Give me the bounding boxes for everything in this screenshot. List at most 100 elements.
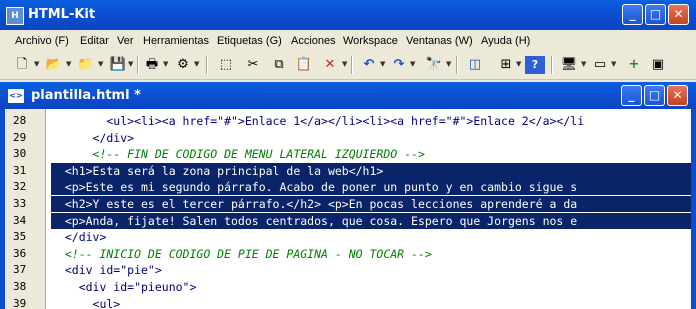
panel-icon[interactable]: ▣ [648,56,668,74]
line-code: <p>Este es mi segundo párrafo. Acabo de … [51,179,691,196]
chevron-down-icon[interactable]: ▼ [163,60,168,68]
chevron-down-icon[interactable]: ▼ [516,60,521,68]
chevron-down-icon[interactable]: ▼ [446,60,451,68]
line-code: <p>Anda, fijate! Salen todos centrados, … [51,212,691,229]
redo-icon[interactable]: ↷ [389,56,409,74]
cut-icon[interactable]: ✂ [243,56,263,74]
chevron-down-icon[interactable]: ▼ [410,60,415,68]
toolbar: 🗋 ▼ 📂 ▼ 📁 ▼ 💾 ▼ 🖶 ▼ ⚙ ▼ ⬚ ✂ ⧉ 📋 ✕ ▼ ↶ ▼ … [0,52,696,80]
menu-archivo[interactable]: Archivo (F) [15,35,69,47]
help-icon[interactable]: ? [525,56,545,74]
line-code: <!-- FIN DE CODIGO DE MENU LATERAL IZQUI… [51,147,425,162]
app-title-bar[interactable]: H HTML-Kit _ □ ✕ [0,0,696,30]
line-code: <ul> [51,296,121,309]
doc-close-button[interactable]: ✕ [667,85,688,106]
line-code: <div id="pieuno"> [51,280,197,294]
line-number: 30 [13,147,27,161]
line-code: <h2>Y este es el tercer párrafo.</h2> <p… [51,196,691,212]
line-number: 33 [13,197,27,210]
menu-acciones[interactable]: Acciones [291,35,336,47]
code-line[interactable]: 29 </div> [5,130,691,146]
toolbar-separator [551,56,553,74]
chevron-down-icon[interactable]: ▼ [66,60,71,68]
new-file-icon[interactable]: 🗋 [12,56,32,74]
menu-workspace[interactable]: Workspace [343,35,398,47]
line-code: <div id="pie"> [51,263,162,278]
select-icon[interactable]: ⬚ [216,56,236,74]
line-number: 37 [13,263,27,277]
line-number: 35 [13,230,27,244]
chevron-down-icon[interactable]: ▼ [194,60,199,68]
toolbar-separator [351,56,353,74]
line-number: 32 [13,180,27,194]
menu-bar: Archivo (F) Editar Ver Herramientas Etiq… [0,30,696,52]
menu-etiquetas[interactable]: Etiquetas (G) [217,35,282,47]
code-line[interactable]: 32 <p>Este es mi segundo párrafo. Acabo … [5,179,691,196]
tree-icon[interactable]: ⊞ [496,56,516,74]
chevron-down-icon[interactable]: ▼ [34,60,39,68]
open-recent-icon[interactable]: 📁 [76,56,96,74]
code-line[interactable]: 38 <div id="pieuno"> [5,279,691,295]
line-number: 36 [13,246,27,260]
code-editor[interactable]: 28 <ul><li><a href="#">Enlace 1</a></li>… [5,109,691,309]
line-number: 29 [13,130,27,144]
code-line[interactable]: 30 <!-- FIN DE CODIGO DE MENU LATERAL IZ… [5,146,691,162]
copy-icon[interactable]: ⧉ [269,56,289,74]
chevron-down-icon[interactable]: ▼ [611,60,616,68]
add-icon[interactable]: + [624,56,644,74]
menu-ver[interactable]: Ver [117,35,134,47]
delete-icon[interactable]: ✕ [320,56,340,74]
doc-minimize-button[interactable]: _ [621,85,642,106]
toolbar-separator [206,56,208,74]
undo-icon[interactable]: ↶ [359,56,379,74]
doc-maximize-button[interactable]: □ [644,85,665,106]
paste-icon[interactable]: 📋 [294,56,314,74]
chevron-down-icon[interactable]: ▼ [128,60,133,68]
app-title: HTML-Kit [28,7,96,22]
line-code: <h1>Esta será la zona principal de la we… [51,162,691,179]
menu-ventanas[interactable]: Ventanas (W) [406,35,473,47]
chevron-down-icon[interactable]: ▼ [380,60,385,68]
menu-editar[interactable]: Editar [80,35,109,47]
chevron-down-icon[interactable]: ▼ [581,60,586,68]
maximize-button[interactable]: □ [645,4,666,25]
menu-herramientas[interactable]: Herramientas [143,35,209,47]
menu-ayuda[interactable]: Ayuda (H) [481,35,530,47]
split-view-icon[interactable]: ◫ [465,56,485,74]
code-line[interactable]: 33 <h2>Y este es el tercer párrafo.</h2>… [5,196,691,212]
line-code: </div> [51,130,135,145]
code-line[interactable]: 37 <div id="pie"> [5,262,691,278]
html-kit-app-icon: H [6,7,24,25]
preview-icon[interactable]: 🖥 [559,56,579,74]
line-number: 38 [13,280,27,293]
document-icon: <> [8,89,24,103]
document-title: plantilla.html * [31,88,141,103]
properties-icon[interactable]: ⚙ [173,56,193,74]
save-icon[interactable]: 💾 [108,56,128,74]
print-icon[interactable]: 🖶 [142,56,162,74]
line-number: 34 [13,213,27,227]
chevron-down-icon[interactable]: ▼ [342,60,347,68]
line-number: 28 [13,114,27,127]
open-folder-icon[interactable]: 📂 [44,56,64,74]
line-code: <!-- INICIO DE CODIGO DE PIE DE PAGINA -… [51,246,432,261]
chevron-down-icon[interactable]: ▼ [98,60,103,68]
toolbar-separator [456,56,458,74]
line-number: 31 [13,163,27,177]
code-line[interactable]: 34 <p>Anda, fijate! Salen todos centrado… [5,212,691,229]
line-code: <ul><li><a href="#">Enlace 1</a></li><li… [51,114,585,128]
document-title-bar[interactable]: <> plantilla.html * _ □ ✕ [0,82,696,109]
find-icon[interactable]: 🔭 [424,56,444,74]
document-window: <> plantilla.html * _ □ ✕ 28 <ul><li><a … [0,82,696,309]
line-number: 39 [13,296,27,309]
code-line[interactable]: 39 <ul> [5,296,691,309]
code-line[interactable]: 36 <!-- INICIO DE CODIGO DE PIE DE PAGIN… [5,246,691,262]
toolbar-separator [137,56,139,74]
code-line[interactable]: 35 </div> [5,229,691,245]
code-line[interactable]: 31 <h1>Esta será la zona principal de la… [5,162,691,179]
minimize-button[interactable]: _ [622,4,643,25]
code-line[interactable]: 28 <ul><li><a href="#">Enlace 1</a></li>… [5,113,691,129]
line-code: </div> [51,230,107,245]
view-icon[interactable]: ▭ [590,56,610,74]
close-button[interactable]: ✕ [668,4,689,25]
